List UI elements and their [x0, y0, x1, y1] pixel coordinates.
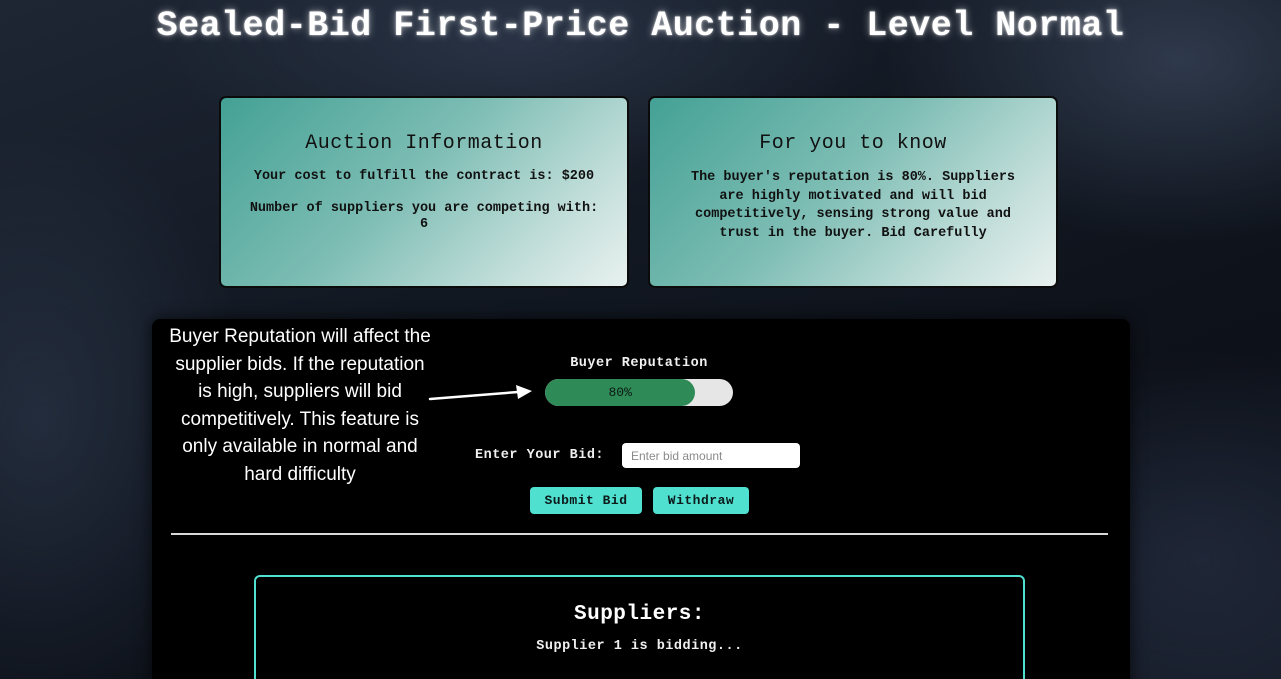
suppliers-panel: Suppliers: Supplier 1 is bidding... — [254, 575, 1025, 679]
suppliers-title: Suppliers: — [573, 603, 706, 626]
section-divider — [171, 533, 1108, 535]
contract-cost-text: Your cost to fulfill the contract is: $2… — [253, 169, 595, 184]
for-you-to-know-title: For you to know — [759, 132, 947, 155]
competitor-count-text: Number of suppliers you are competing wi… — [249, 201, 599, 232]
auction-information-title: Auction Information — [305, 132, 543, 155]
reputation-info-text: The buyer's reputation is 80%. Suppliers… — [690, 170, 1016, 241]
arrow-right-icon — [428, 385, 532, 401]
supplier-status-text: Supplier 1 is bidding... — [536, 639, 743, 654]
for-you-to-know-card: For you to know The buyer's reputation i… — [648, 96, 1058, 288]
reputation-annotation: Buyer Reputation will affect the supplie… — [169, 326, 431, 485]
bid-label: Enter Your Bid: — [475, 448, 605, 463]
buyer-reputation-bar: 80% — [545, 379, 733, 406]
bid-amount-input[interactable] — [622, 443, 800, 468]
page-title: Sealed-Bid First-Price Auction - Level N… — [156, 6, 1125, 46]
auction-information-card: Auction Information Your cost to fulfill… — [219, 96, 629, 288]
submit-bid-button[interactable]: Submit Bid — [530, 487, 642, 514]
buyer-reputation-fill: 80% — [545, 379, 696, 406]
withdraw-button[interactable]: Withdraw — [653, 487, 749, 514]
buyer-reputation-label: Buyer Reputation — [570, 356, 708, 371]
